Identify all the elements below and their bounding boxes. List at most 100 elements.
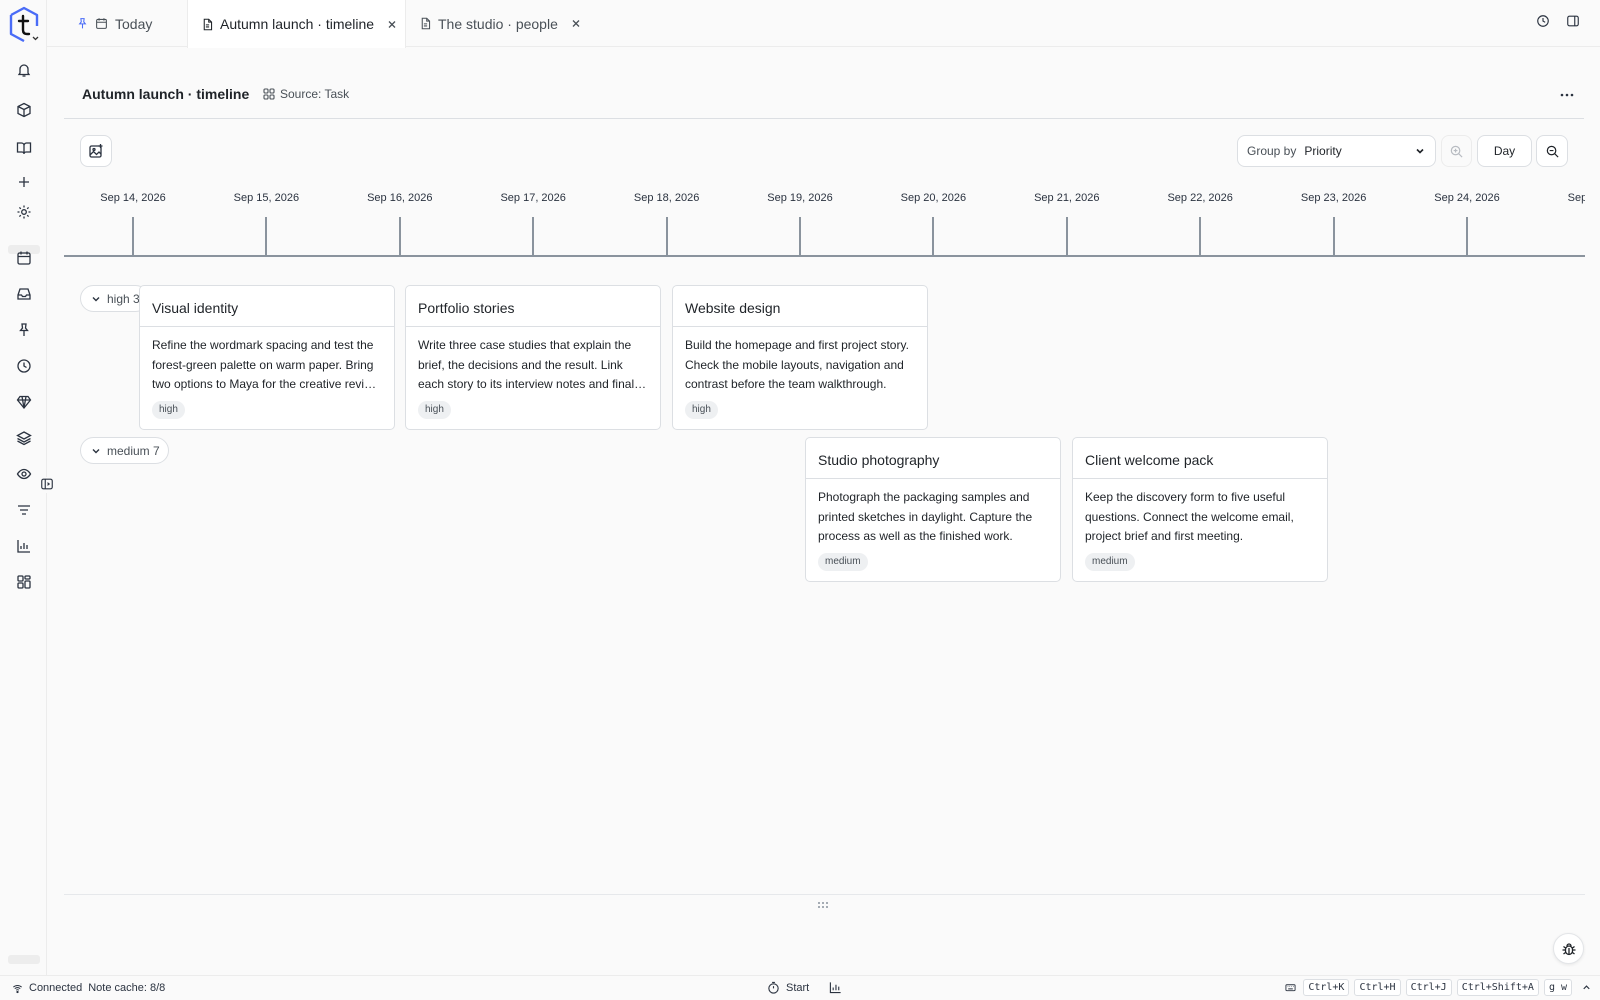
cube-icon[interactable] <box>12 98 36 122</box>
note-cache-label: Note cache: 8/8 <box>88 982 166 994</box>
close-icon[interactable] <box>386 18 398 30</box>
priority-badge: medium <box>818 553 868 571</box>
zoom-out-button[interactable] <box>1536 135 1568 167</box>
axis-tick <box>1199 217 1202 256</box>
group-by-label: Group by <box>1247 144 1297 158</box>
card-title: Website design <box>673 286 927 327</box>
group-toggle-medium[interactable]: medium 7 <box>80 437 169 464</box>
source-indicator[interactable]: Source: Task <box>263 87 349 101</box>
connection-status: Connected Note cache: 8/8 <box>12 982 165 994</box>
bell-icon[interactable] <box>12 58 36 82</box>
dashboard-icon[interactable] <box>12 570 36 594</box>
close-icon[interactable] <box>570 18 582 30</box>
tab-the-studio-people[interactable]: The studio · people <box>419 0 599 47</box>
axis-date-label: Sep 24, 2026 <box>1434 192 1500 204</box>
panel-divider <box>64 894 1585 895</box>
axis-tick <box>932 217 935 256</box>
axis-tick <box>532 217 535 256</box>
wifi-icon <box>12 983 23 994</box>
shortcut-key: Ctrl+K <box>1303 979 1350 996</box>
tab-label: Today <box>115 15 153 32</box>
priority-badge: high <box>418 401 451 419</box>
debug-button[interactable] <box>1553 933 1584 964</box>
shortcut-key: Ctrl+J <box>1405 979 1452 996</box>
add-image-button[interactable] <box>80 135 112 167</box>
layers-icon[interactable] <box>12 426 36 450</box>
tab-label: The studio · people <box>438 15 558 32</box>
tab-bar: Today Autumn launch · timeline The studi… <box>47 0 1600 48</box>
stopwatch-icon[interactable] <box>767 981 780 994</box>
settings-gear-icon[interactable] <box>12 200 36 224</box>
timer-start-label[interactable]: Start <box>786 982 809 994</box>
eye-icon[interactable] <box>12 462 36 486</box>
tab-autumn-launch-timeline[interactable]: Autumn launch · timeline <box>187 0 406 48</box>
task-card-website-design[interactable]: Website design Build the homepage and fi… <box>672 285 928 430</box>
pin-icon <box>76 17 89 30</box>
history-clock-icon[interactable] <box>1536 14 1554 32</box>
book-open-icon[interactable] <box>12 136 36 160</box>
rail-scroll-indicator <box>8 955 40 964</box>
axis-tick <box>132 217 134 256</box>
shortcut-key: Ctrl+Shift+A <box>1456 979 1539 996</box>
priority-badge: medium <box>1085 553 1135 571</box>
priority-badge: high <box>685 401 718 419</box>
page-header: Autumn launch · timeline Source: Task <box>64 70 1584 119</box>
axis-date-label: Sep 22, 2026 <box>1167 192 1233 204</box>
task-card-client-welcome-pack[interactable]: Client welcome pack Keep the discovery f… <box>1072 437 1328 582</box>
chevron-up-icon[interactable] <box>1581 982 1592 993</box>
timeline-axis: Sep 14, 2026 Sep 15, 2026 Sep 16, 2026 Sep … <box>64 182 1585 257</box>
axis-tick <box>1466 217 1468 256</box>
drag-handle-icon[interactable] <box>817 897 831 908</box>
bar-chart-icon[interactable] <box>12 534 36 558</box>
card-title: Studio photography <box>806 438 1060 479</box>
axis-tick <box>398 217 401 256</box>
day-scale-button[interactable]: Day <box>1477 135 1532 167</box>
axis-date-label: Sep 20, 2026 <box>900 192 967 204</box>
group-label: medium 7 <box>107 443 160 458</box>
keyboard-icon <box>1285 982 1296 993</box>
grid-icon <box>263 88 275 100</box>
card-description: Refine the wordmark spacing and test the… <box>152 338 380 397</box>
calendar-icon <box>95 17 108 30</box>
bar-chart-icon[interactable] <box>829 981 842 994</box>
card-description: Photograph the packaging samples and pri… <box>818 490 1033 543</box>
document-icon <box>419 17 432 30</box>
tab-label: Autumn launch · timeline <box>220 16 375 32</box>
axis-date-label: Sep 23, 2026 <box>1300 192 1367 204</box>
left-rail <box>0 0 47 1000</box>
calendar-icon[interactable] <box>12 246 36 270</box>
group-by-select[interactable]: Group by Priority <box>1237 135 1436 167</box>
axis-date-label: Sep 25, 2026 <box>1567 192 1585 204</box>
card-description: Keep the discovery form to five useful q… <box>1085 490 1294 543</box>
axis-tick <box>1332 217 1335 256</box>
axis-date-label: Sep 21, 2026 <box>1034 192 1100 204</box>
connection-label: Connected <box>29 982 83 994</box>
clock-icon[interactable] <box>12 354 36 378</box>
filter-icon[interactable] <box>12 498 36 522</box>
zoom-out-icon <box>1545 144 1560 159</box>
gem-icon[interactable] <box>12 390 36 414</box>
app-logo[interactable] <box>6 6 42 43</box>
more-options-icon[interactable] <box>1558 86 1576 104</box>
task-card-portfolio-stories[interactable]: Portfolio stories Write three case studi… <box>405 285 661 430</box>
tab-today[interactable]: Today <box>76 0 183 47</box>
pin-icon[interactable] <box>12 318 36 342</box>
chevron-down-icon <box>91 294 101 304</box>
chevron-down-icon <box>91 446 101 456</box>
axis-date-label: Sep 15, 2026 <box>233 192 300 204</box>
axis-date-label: Sep 17, 2026 <box>500 192 566 204</box>
sidebar-toggle-icon[interactable] <box>40 477 56 493</box>
axis-line <box>64 255 1585 257</box>
axis-date-label: Sep 19, 2026 <box>767 192 833 204</box>
card-title: Portfolio stories <box>406 286 660 327</box>
right-panel-toggle-icon[interactable] <box>1566 14 1584 32</box>
group-by-value: Priority <box>1304 144 1342 158</box>
zoom-in-button[interactable] <box>1441 135 1472 167</box>
status-bar: Connected Note cache: 8/8 Start Ctrl+K C… <box>0 975 1600 1000</box>
plus-icon[interactable] <box>12 170 36 194</box>
inbox-icon[interactable] <box>12 282 36 306</box>
task-card-studio-photography[interactable]: Studio photography Photograph the packag… <box>805 437 1061 582</box>
task-card-visual-identity[interactable]: Visual identity Refine the wordmark spac… <box>139 285 395 430</box>
zoom-in-icon <box>1449 144 1464 159</box>
source-label: Source: Task <box>280 87 350 101</box>
